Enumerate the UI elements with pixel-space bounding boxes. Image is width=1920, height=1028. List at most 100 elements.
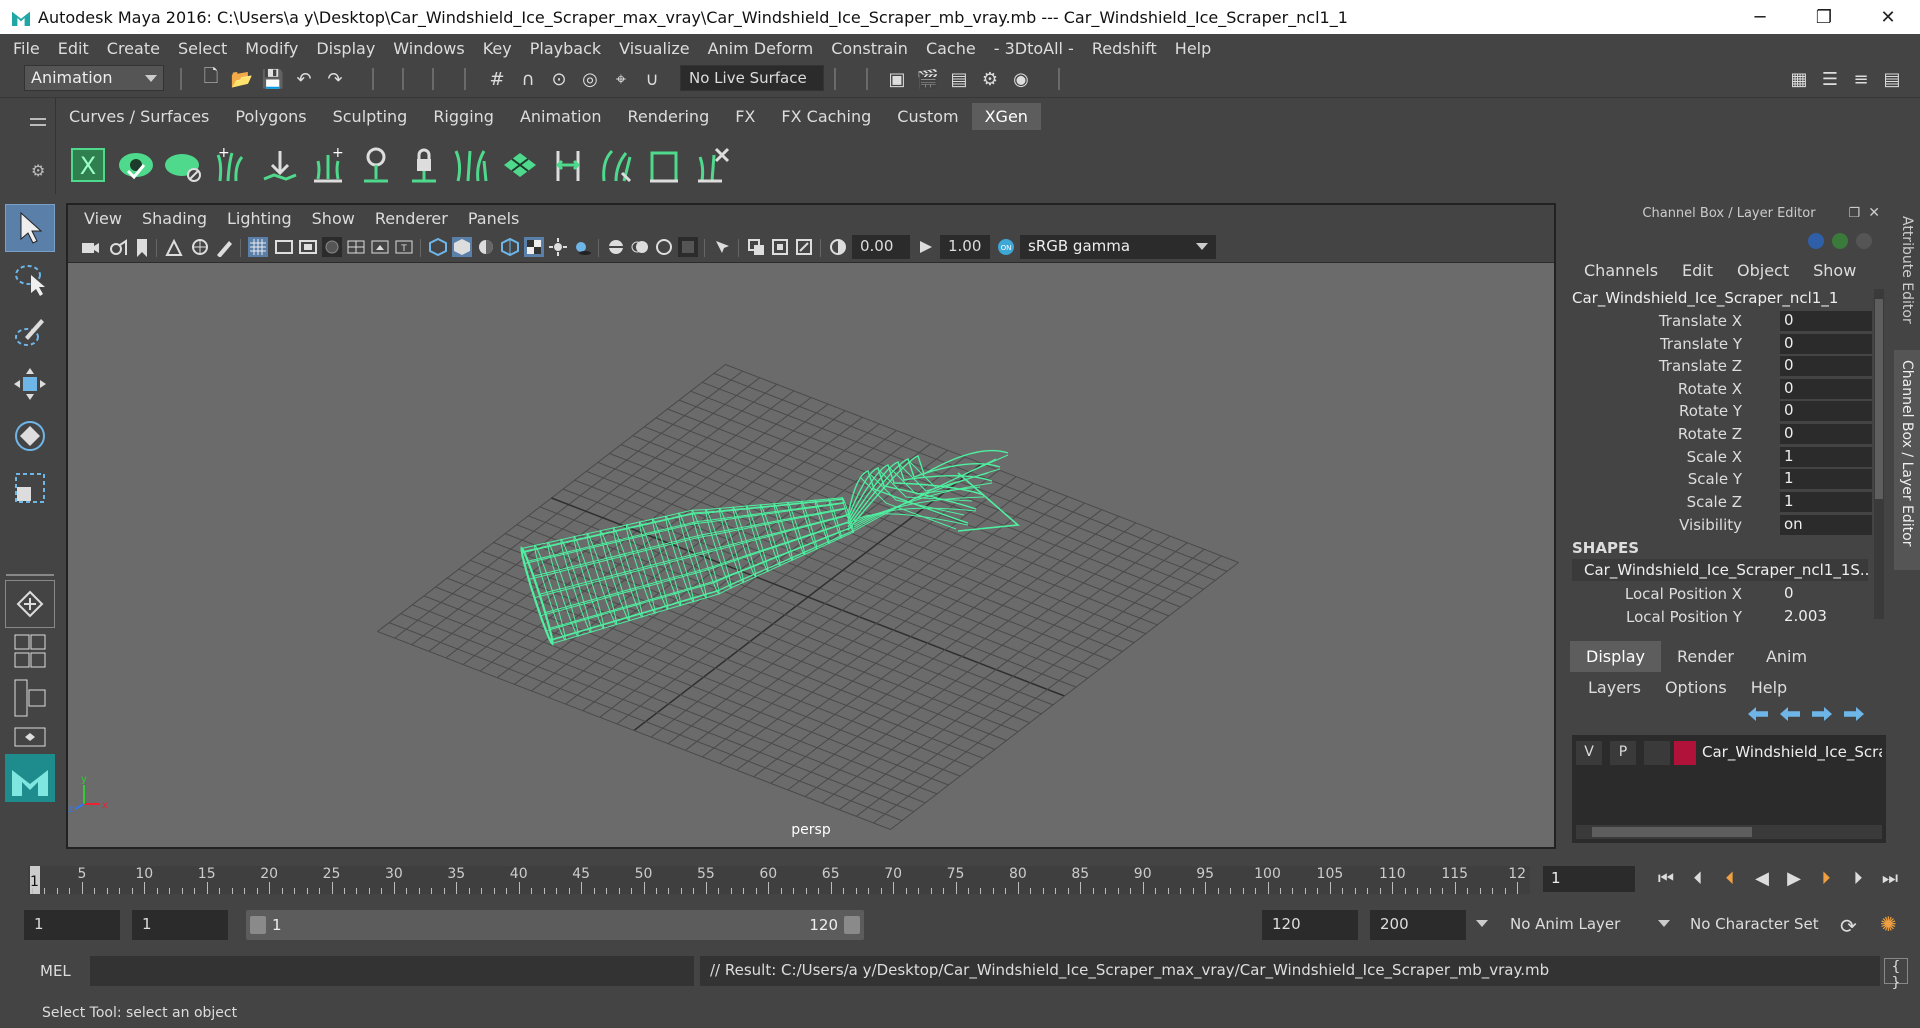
playback-start-field[interactable]: 1	[132, 910, 228, 940]
viewport-menu-shading[interactable]: Shading	[132, 209, 217, 228]
shadows-icon[interactable]	[572, 237, 592, 257]
mel-label[interactable]: MEL	[40, 962, 71, 980]
close-panel-icon[interactable]: ✕	[1868, 205, 1880, 221]
grease-pencil-icon[interactable]	[214, 237, 234, 257]
attr-row[interactable]: Visibility on	[1568, 514, 1890, 536]
safe-action-icon[interactable]	[370, 237, 390, 257]
le-menu-layers[interactable]: Layers	[1576, 678, 1653, 697]
use-all-lights-icon[interactable]	[548, 237, 568, 257]
step-forward-key-icon[interactable]: ⏵	[1810, 864, 1842, 892]
ipr-render-icon[interactable]: ▤	[946, 66, 972, 92]
gamma-icon[interactable]	[916, 237, 936, 257]
menu-playback[interactable]: Playback	[521, 39, 610, 58]
menu-modify[interactable]: Modify	[236, 39, 307, 58]
maximize-button[interactable]: ❐	[1792, 0, 1856, 34]
script-editor-icon[interactable]: { }	[1884, 958, 1908, 991]
animation-preferences-icon[interactable]: ✺	[1880, 912, 1897, 936]
menu-create[interactable]: Create	[98, 39, 169, 58]
attr-row[interactable]: Translate Y 0	[1568, 333, 1890, 355]
anim-layer-select[interactable]: No Anim Layer	[1500, 910, 1668, 940]
play-backwards-icon[interactable]: ◀	[1746, 864, 1778, 892]
chevron-down-icon[interactable]	[1658, 920, 1670, 927]
exposure-field[interactable]: 0.00	[852, 235, 910, 259]
tab-polygons[interactable]: Polygons	[222, 103, 319, 130]
field-chart-icon[interactable]	[346, 237, 366, 257]
graph-layout-icon[interactable]	[5, 724, 55, 750]
menu-display[interactable]: Display	[307, 39, 384, 58]
shelf-settings-icon[interactable]: ⚙	[31, 161, 45, 180]
magnet-icon[interactable]: ∪	[639, 66, 665, 92]
menu-key[interactable]: Key	[474, 39, 521, 58]
scrollbar-thumb[interactable]	[1592, 827, 1752, 837]
menu-edit[interactable]: Edit	[49, 39, 98, 58]
new-scene-icon[interactable]: 🗋	[198, 66, 224, 92]
attr-row[interactable]: Scale X 1	[1568, 446, 1890, 468]
animation-end-field[interactable]: 200	[1370, 910, 1466, 940]
channel-box-side-tab[interactable]: Channel Box / Layer Editor	[1894, 350, 1920, 570]
make-live-icon[interactable]: ⌖	[608, 66, 634, 92]
depth-of-field-icon[interactable]	[678, 237, 698, 257]
attr-row[interactable]: Rotate Z 0	[1568, 423, 1890, 445]
tab-animation[interactable]: Animation	[507, 103, 615, 130]
resolution-gate-icon[interactable]	[298, 237, 318, 257]
attribute-editor-toggle-icon[interactable]: ☰	[1817, 66, 1843, 92]
xgen-delete-guide-icon[interactable]	[688, 141, 736, 189]
scrollbar-thumb[interactable]	[1875, 299, 1883, 499]
paint-select-tool-icon[interactable]	[5, 308, 55, 356]
menu-file[interactable]: File	[4, 39, 49, 58]
time-slider-track[interactable]: 1 5 10 15 20 25 30 35 40 45 50 55 60 65 70 75 80 85 90 95 1…	[28, 866, 1530, 894]
attr-value[interactable]: 0	[1780, 379, 1872, 399]
view-transform-select[interactable]: sRGB gamma	[1020, 235, 1216, 259]
object-name[interactable]: Car_Windshield_Ice_Scraper_ncl1_1	[1572, 289, 1838, 307]
cb-menu-edit[interactable]: Edit	[1670, 261, 1725, 280]
move-layer-down-icon[interactable]	[1780, 707, 1800, 721]
layer-color-swatch[interactable]	[1674, 741, 1696, 765]
four-view-layout-icon[interactable]	[5, 632, 55, 672]
attr-row[interactable]: Rotate X 0	[1568, 378, 1890, 400]
character-set-select[interactable]: No Character Set	[1680, 910, 1830, 940]
attr-value[interactable]: 1	[1780, 447, 1872, 467]
film-gate-icon[interactable]	[274, 237, 294, 257]
xgen-add-guide-icon[interactable]: +	[208, 141, 256, 189]
new-empty-layer-icon[interactable]	[1812, 707, 1832, 721]
scene-canvas[interactable]: x y z	[68, 263, 1554, 847]
auto-key-icon[interactable]: ⟳	[1840, 914, 1857, 938]
attr-value[interactable]: 2.003	[1780, 607, 1872, 627]
menu-cache[interactable]: Cache	[917, 39, 985, 58]
multisample-aa-icon[interactable]	[654, 237, 674, 257]
open-scene-icon[interactable]: 📂	[229, 66, 255, 92]
undo-icon[interactable]: ↶	[291, 66, 317, 92]
range-slider[interactable]: 1 120	[246, 910, 864, 940]
xgen-patch-icon[interactable]	[496, 141, 544, 189]
tab-display[interactable]: Display	[1570, 641, 1661, 672]
bookmark-icon[interactable]	[132, 237, 152, 257]
xgen-guide-length-icon[interactable]	[352, 141, 400, 189]
snap-to-point-icon[interactable]: ⊙	[546, 66, 572, 92]
menu-windows[interactable]: Windows	[384, 39, 473, 58]
motion-blur-icon[interactable]	[630, 237, 650, 257]
play-forwards-icon[interactable]: ▶	[1778, 864, 1810, 892]
tab-fx-caching[interactable]: FX Caching	[768, 103, 884, 130]
attr-value[interactable]: 0	[1780, 334, 1872, 354]
speed-icon[interactable]	[1832, 233, 1848, 249]
attr-value[interactable]: 0	[1780, 401, 1872, 421]
shape-name[interactable]: Car_Windshield_Ice_Scraper_ncl1_1S...	[1572, 559, 1868, 581]
tool-settings-toggle-icon[interactable]: ≡	[1848, 66, 1874, 92]
attr-row[interactable]: Scale Z 1	[1568, 491, 1890, 513]
tab-custom[interactable]: Custom	[884, 103, 971, 130]
float-panel-icon[interactable]: ❐	[1848, 206, 1860, 221]
modeling-toolkit-icon[interactable]: ▦	[1786, 66, 1812, 92]
menu-redshift[interactable]: Redshift	[1083, 39, 1166, 58]
attr-value[interactable]: 0	[1780, 584, 1872, 604]
tab-sculpting[interactable]: Sculpting	[320, 103, 421, 130]
render-settings-icon[interactable]: ⚙	[977, 66, 1003, 92]
xgen-clear-preview-icon[interactable]	[160, 141, 208, 189]
viewport-menu-view[interactable]: View	[74, 209, 132, 228]
step-forward-frame-icon[interactable]: ⏵	[1842, 864, 1874, 892]
xgen-normalize-guide-icon[interactable]	[544, 141, 592, 189]
minimize-button[interactable]: ─	[1728, 0, 1792, 34]
le-menu-help[interactable]: Help	[1739, 678, 1799, 697]
attr-value[interactable]: on	[1780, 515, 1872, 535]
le-menu-options[interactable]: Options	[1653, 678, 1739, 697]
tab-rigging[interactable]: Rigging	[420, 103, 507, 130]
